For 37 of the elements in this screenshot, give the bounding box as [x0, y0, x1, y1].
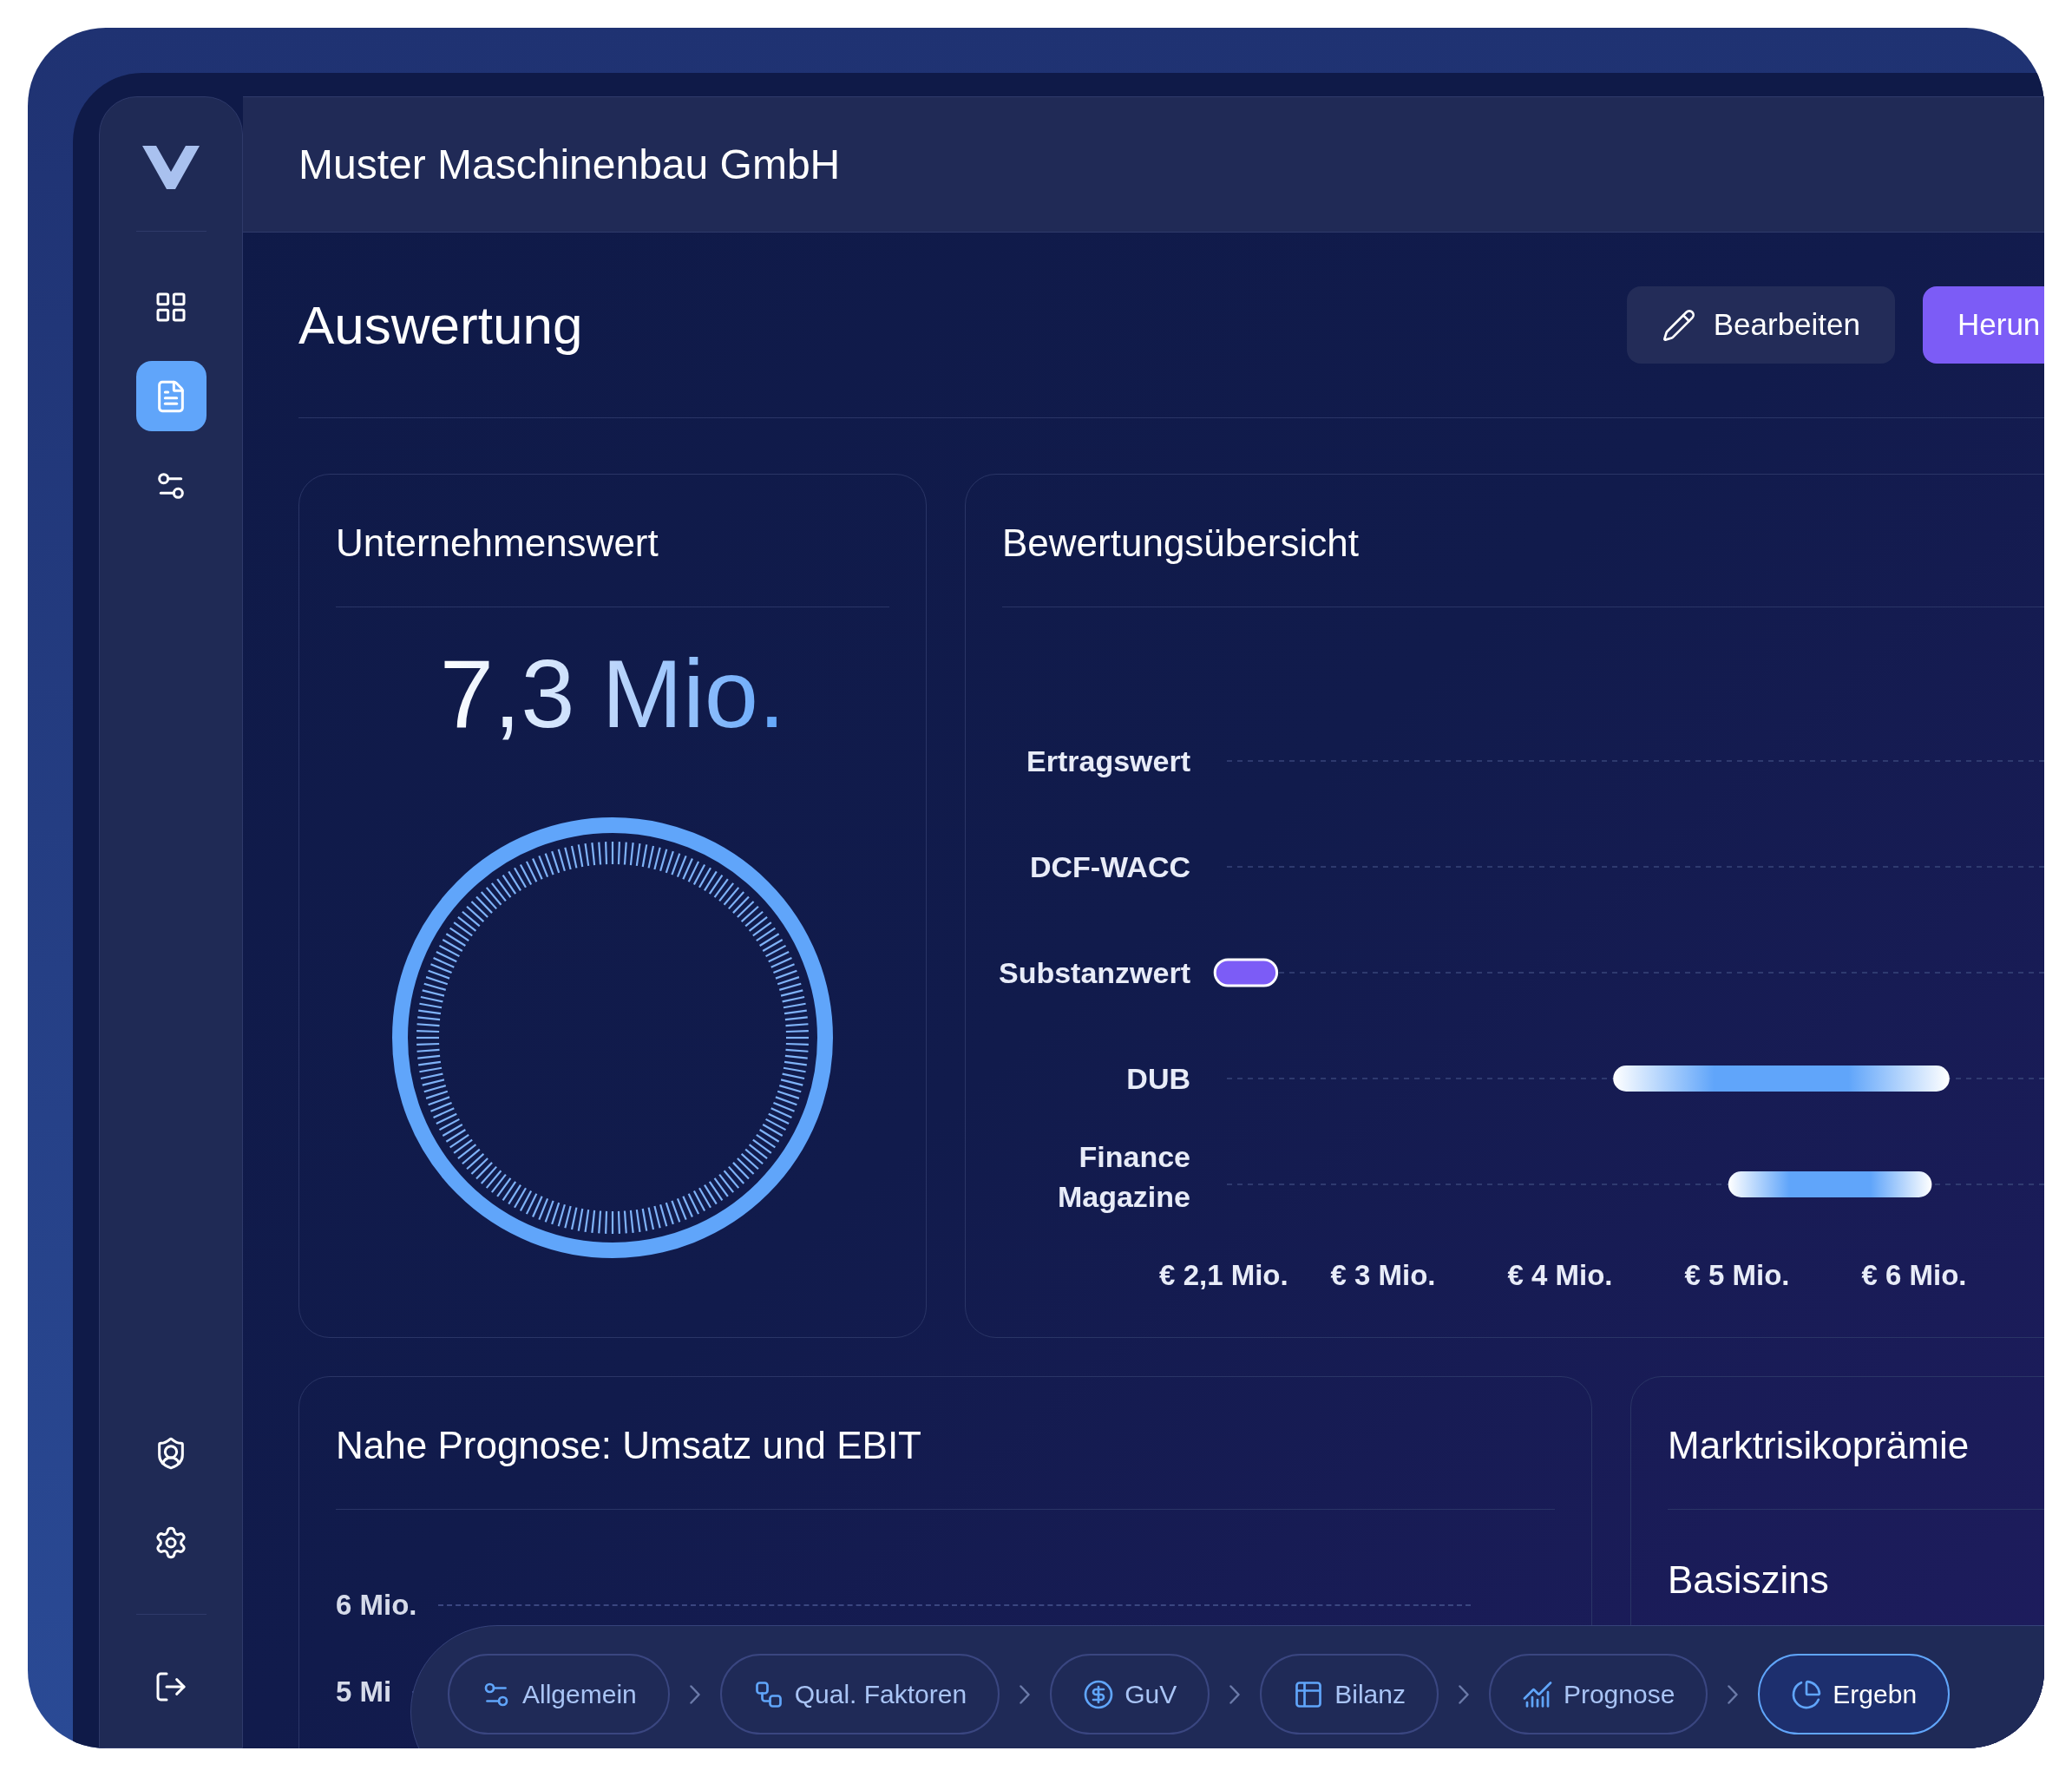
page-title: Auswertung: [298, 294, 583, 357]
card-title: Unternehmenswert: [336, 521, 659, 564]
chevron-icon: [689, 1685, 700, 1704]
company-name: Muster Maschinenbau GmbH: [298, 140, 841, 189]
category-label: Ertragswert: [1026, 744, 1190, 777]
chevron-icon: [1458, 1685, 1469, 1704]
dollar-icon: [1083, 1678, 1115, 1710]
axis-tick-label: € 2,1 Mio.: [1159, 1259, 1288, 1291]
axis-tick-label: € 3 Mio.: [1330, 1259, 1436, 1291]
step-tab[interactable]: GuV: [1050, 1654, 1210, 1734]
pencil-icon: [1661, 307, 1696, 343]
primary-button[interactable]: Herun: [1923, 286, 2044, 364]
axis-tick-label: € 6 Mio.: [1861, 1259, 1967, 1291]
chevron-icon: [1229, 1685, 1241, 1704]
category-label: Finance Magazine: [1057, 1140, 1190, 1213]
category-label: DUB: [1126, 1062, 1190, 1095]
card-title: Marktrisikoprämie: [1668, 1424, 1970, 1466]
edit-button[interactable]: Bearbeiten: [1626, 286, 1895, 364]
card-title: Bewertungsübersicht: [1002, 521, 1359, 564]
step-tab[interactable]: Qual. Faktoren: [719, 1654, 1000, 1734]
axis-tick-label: 5 Mi: [336, 1675, 392, 1710]
step-tab[interactable]: Allgemein: [448, 1654, 670, 1734]
category-label: Substanzwert: [998, 956, 1190, 989]
step-tab[interactable]: Prognose: [1488, 1654, 1708, 1734]
section-label: Basiszins: [1668, 1558, 1829, 1601]
pie-chart-icon: [1791, 1678, 1823, 1710]
card-title: Nahe Prognose: Umsatz und EBIT: [336, 1424, 921, 1466]
chevron-icon: [1728, 1685, 1739, 1704]
category-label: DCF-WACC: [1029, 850, 1190, 883]
step-tab[interactable]: Ergebn: [1758, 1654, 1951, 1734]
axis-tick-label: € 5 Mio.: [1684, 1259, 1790, 1291]
sidebar-item[interactable]: [135, 361, 207, 431]
chevron-icon: [1020, 1685, 1031, 1704]
axis-tick-label: € 4 Mio.: [1507, 1259, 1613, 1291]
axis-tick-label: 6 Mio.: [336, 1588, 417, 1623]
step-tab[interactable]: Bilanz: [1260, 1654, 1439, 1734]
settings-icon: [154, 1525, 188, 1560]
